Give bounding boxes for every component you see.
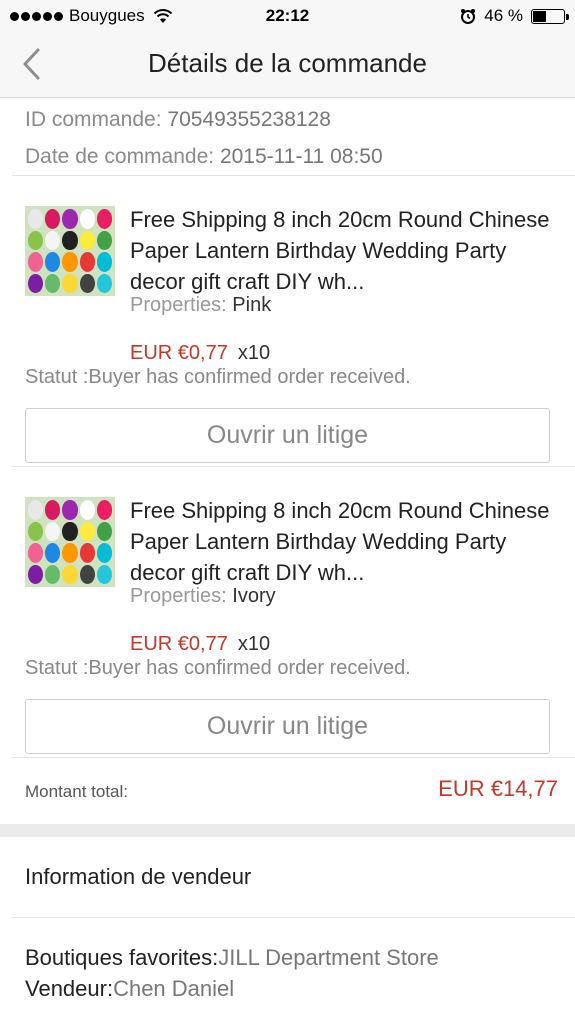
- order-item: Free Shipping 8 inch 20cm Round Chinese …: [0, 176, 575, 466]
- nav-bar: Détails de la commande: [0, 32, 575, 98]
- product-price: EUR €0,77: [130, 342, 228, 364]
- order-id-label: ID commande:: [25, 108, 162, 131]
- order-date-label: Date de commande:: [25, 145, 215, 168]
- battery-percentage: 46 %: [484, 6, 523, 25]
- product-title[interactable]: Free Shipping 8 inch 20cm Round Chinese …: [130, 495, 555, 588]
- properties-value: Pink: [232, 294, 272, 316]
- lantern-shape: [62, 521, 78, 541]
- lantern-shape: [62, 209, 78, 229]
- lantern-shape: [96, 564, 112, 584]
- lantern-shape: [28, 521, 44, 541]
- lanterns-image: [25, 497, 115, 587]
- lantern-shape: [96, 273, 112, 293]
- lantern-shape: [79, 252, 95, 272]
- lantern-shape: [45, 230, 61, 250]
- order-details: ID commande: 70549355238128 Date de comm…: [0, 98, 575, 1024]
- total-row: Montant total: EUR €14,77: [0, 758, 575, 824]
- lantern-shape: [45, 209, 61, 229]
- status-bar: Bouygues 22:12 46 %: [0, 0, 575, 32]
- product-quantity: x10: [237, 342, 271, 364]
- properties-label: Properties:: [130, 294, 227, 316]
- seller-info-header: Information de vendeur: [25, 864, 252, 889]
- lantern-shape: [45, 273, 61, 293]
- battery-icon: [531, 8, 569, 24]
- product-thumbnail[interactable]: [25, 497, 115, 587]
- total-value: EUR €14,77: [438, 776, 558, 801]
- lantern-shape: [79, 273, 95, 293]
- lantern-shape: [96, 543, 112, 563]
- lantern-shape: [45, 521, 61, 541]
- lantern-shape: [28, 500, 44, 520]
- lantern-shape: [28, 209, 44, 229]
- lantern-shape: [62, 230, 78, 250]
- lantern-shape: [62, 564, 78, 584]
- lanterns-image: [25, 206, 115, 296]
- lantern-shape: [28, 230, 44, 250]
- lantern-shape: [28, 543, 44, 563]
- battery-fill: [533, 10, 546, 22]
- lantern-shape: [96, 252, 112, 272]
- product-price: EUR €0,77: [130, 633, 228, 655]
- order-status: Statut :Buyer has confirmed order receiv…: [25, 657, 411, 679]
- order-date-value: 2015-11-11 08:50: [219, 145, 383, 168]
- lantern-shape: [45, 564, 61, 584]
- lantern-shape: [79, 521, 95, 541]
- lantern-shape: [62, 543, 78, 563]
- order-status: Statut :Buyer has confirmed order receiv…: [25, 366, 411, 388]
- product-price-row: EUR €0,77 x10: [130, 342, 270, 365]
- lantern-shape: [45, 500, 61, 520]
- section-separator: [0, 824, 575, 837]
- lantern-shape: [62, 252, 78, 272]
- lantern-shape: [96, 521, 112, 541]
- order-date: Date de commande: 2015-11-11 08:50: [0, 138, 575, 175]
- lantern-shape: [28, 564, 44, 584]
- lantern-shape: [96, 209, 112, 229]
- seller-info: Boutiques favorites:JILL Department Stor…: [0, 918, 575, 1024]
- page-title: Détails de la commande: [148, 48, 427, 78]
- product-properties: Properties: Pink: [130, 294, 271, 317]
- store-name: JILL Department Store: [218, 945, 439, 970]
- order-item: Free Shipping 8 inch 20cm Round Chinese …: [0, 467, 575, 757]
- lantern-shape: [79, 564, 95, 584]
- lantern-shape: [45, 252, 61, 272]
- open-dispute-button[interactable]: Ouvrir un litige: [25, 408, 550, 463]
- lantern-shape: [79, 209, 95, 229]
- properties-value: Ivory: [232, 585, 276, 607]
- status-right: 46 %: [460, 6, 569, 26]
- lantern-shape: [79, 543, 95, 563]
- product-price-row: EUR €0,77 x10: [130, 633, 270, 656]
- lantern-shape: [79, 500, 95, 520]
- total-label: Montant total:: [25, 782, 129, 801]
- seller-name-row: Vendeur:Chen Daniel: [25, 973, 575, 1004]
- alarm-icon: [461, 9, 476, 24]
- seller-store-row[interactable]: Boutiques favorites:JILL Department Stor…: [25, 942, 575, 973]
- lantern-shape: [96, 500, 112, 520]
- lantern-shape: [79, 230, 95, 250]
- order-id: ID commande: 70549355238128: [0, 101, 575, 138]
- product-quantity: x10: [237, 633, 271, 655]
- lantern-shape: [28, 252, 44, 272]
- seller-name: Chen Daniel: [113, 976, 235, 1001]
- lantern-shape: [62, 273, 78, 293]
- lantern-shape: [45, 543, 61, 563]
- store-label: Boutiques favorites:: [25, 945, 219, 970]
- lantern-shape: [62, 500, 78, 520]
- product-title[interactable]: Free Shipping 8 inch 20cm Round Chinese …: [130, 204, 555, 297]
- lantern-shape: [28, 273, 44, 293]
- open-dispute-button[interactable]: Ouvrir un litige: [25, 699, 550, 754]
- seller-label: Vendeur:: [25, 976, 114, 1001]
- lantern-shape: [96, 230, 112, 250]
- properties-label: Properties:: [130, 585, 227, 607]
- product-thumbnail[interactable]: [25, 206, 115, 296]
- product-properties: Properties: Ivory: [130, 585, 276, 608]
- order-id-value: 70549355238128: [167, 108, 331, 131]
